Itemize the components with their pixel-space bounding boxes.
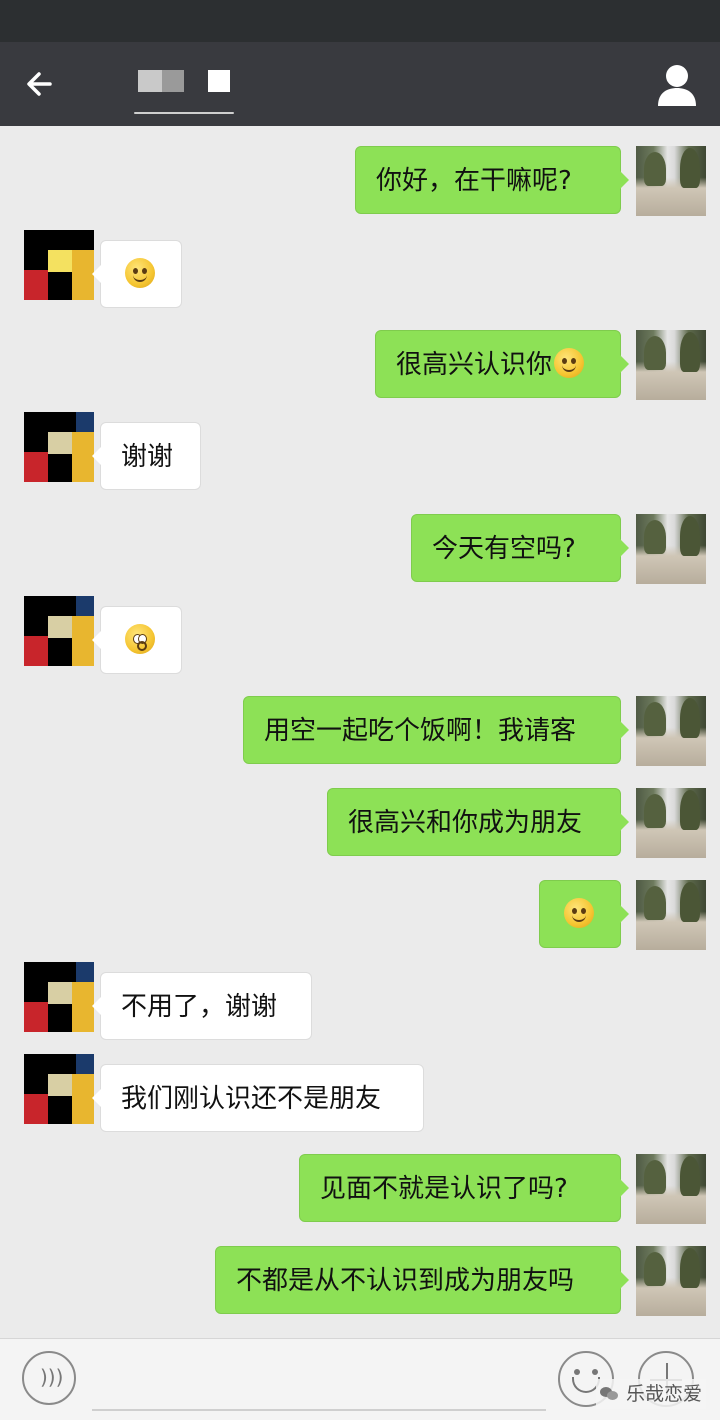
voice-button[interactable]: ))) [22,1351,76,1405]
avatar-block [24,1094,48,1124]
message-text: 谢谢 [121,442,174,472]
avatar-block [24,452,48,482]
my-avatar[interactable] [636,696,706,766]
avatar-block [24,636,48,666]
avatar-block [72,616,94,666]
voice-icon: ))) [40,1365,64,1389]
my-avatar[interactable] [636,146,706,216]
emoji-icon [574,1369,580,1375]
contact-avatar[interactable] [24,230,94,300]
message-list[interactable]: 你好，在干嘛呢? 很高兴认识你 谢谢 今天有空吗? 用空一起吃个饭啊！我请客 很… [0,126,720,1338]
my-avatar[interactable] [636,514,706,584]
avatar-block [72,432,94,482]
emoji-icon [592,1369,598,1375]
message-text: 很高兴和你成为朋友 [348,808,583,838]
profile-button[interactable] [652,62,702,108]
my-avatar[interactable] [636,880,706,950]
my-avatar[interactable] [636,1246,706,1316]
my-avatar[interactable] [636,1154,706,1224]
my-avatar[interactable] [636,788,706,858]
outgoing-bubble[interactable]: 用空一起吃个饭啊！我请客 [243,696,629,764]
smile-emoji-icon [564,897,594,928]
status-bar [0,0,720,42]
message-text: 你好，在干嘛呢? [376,166,572,196]
incoming-bubble[interactable]: 谢谢 [92,422,201,490]
contact-avatar[interactable] [24,1054,94,1124]
contact-name [110,62,240,114]
outgoing-bubble[interactable]: 你好，在干嘛呢? [355,146,629,214]
watermark-text: 乐哉恋爱 [626,1383,703,1405]
message-text: 见面不就是认识了吗? [320,1174,568,1204]
contact-avatar[interactable] [24,962,94,1032]
incoming-bubble[interactable]: 我们刚认识还不是朋友 [92,1064,424,1132]
my-avatar[interactable] [636,330,706,400]
person-icon [658,65,696,106]
back-button[interactable] [20,62,64,106]
contact-avatar[interactable] [24,412,94,482]
title-underline [134,112,234,114]
avatar-block [72,250,94,300]
outgoing-bubble[interactable]: 不都是从不认识到成为朋友吗 [215,1246,629,1314]
avatar-block [24,1002,48,1032]
avatar-block [76,412,94,432]
outgoing-bubble[interactable]: 今天有空吗? [411,514,629,582]
incoming-bubble[interactable]: 不用了，谢谢 [92,972,312,1040]
message-text: 很高兴认识你 [396,350,553,380]
input-bar: ))) 乐哉恋爱 [0,1338,720,1420]
shocked-emoji-icon [125,623,155,654]
watermark: 乐哉恋爱 [596,1379,707,1409]
outgoing-bubble[interactable]: 见面不就是认识了吗? [299,1154,629,1222]
smile-emoji-icon [125,257,155,288]
contact-avatar[interactable] [24,596,94,666]
incoming-bubble[interactable] [92,606,182,674]
outgoing-bubble[interactable] [539,880,629,948]
avatar-block [76,1054,94,1074]
message-text: 不用了，谢谢 [121,992,278,1022]
avatar-block [76,962,94,982]
blurred-name-part [138,70,184,92]
outgoing-bubble[interactable]: 很高兴认识你 [375,330,629,398]
incoming-bubble[interactable] [92,240,182,308]
avatar-block [72,1074,94,1124]
message-text: 我们刚认识还不是朋友 [121,1084,382,1114]
chat-header [0,42,720,126]
avatar-block [76,596,94,616]
message-text: 今天有空吗? [432,534,576,564]
message-text: 不都是从不认识到成为朋友吗 [236,1266,575,1296]
outgoing-bubble[interactable]: 很高兴和你成为朋友 [327,788,629,856]
avatar-block [72,982,94,1032]
smile-emoji-icon [554,347,585,378]
message-text: 用空一起吃个饭啊！我请客 [264,716,577,746]
arrow-left-icon [27,72,52,96]
avatar-block [76,230,94,250]
message-input[interactable] [92,1353,546,1411]
avatar-block [24,270,48,300]
wechat-icon [600,1387,618,1401]
blurred-name-part [208,70,230,92]
